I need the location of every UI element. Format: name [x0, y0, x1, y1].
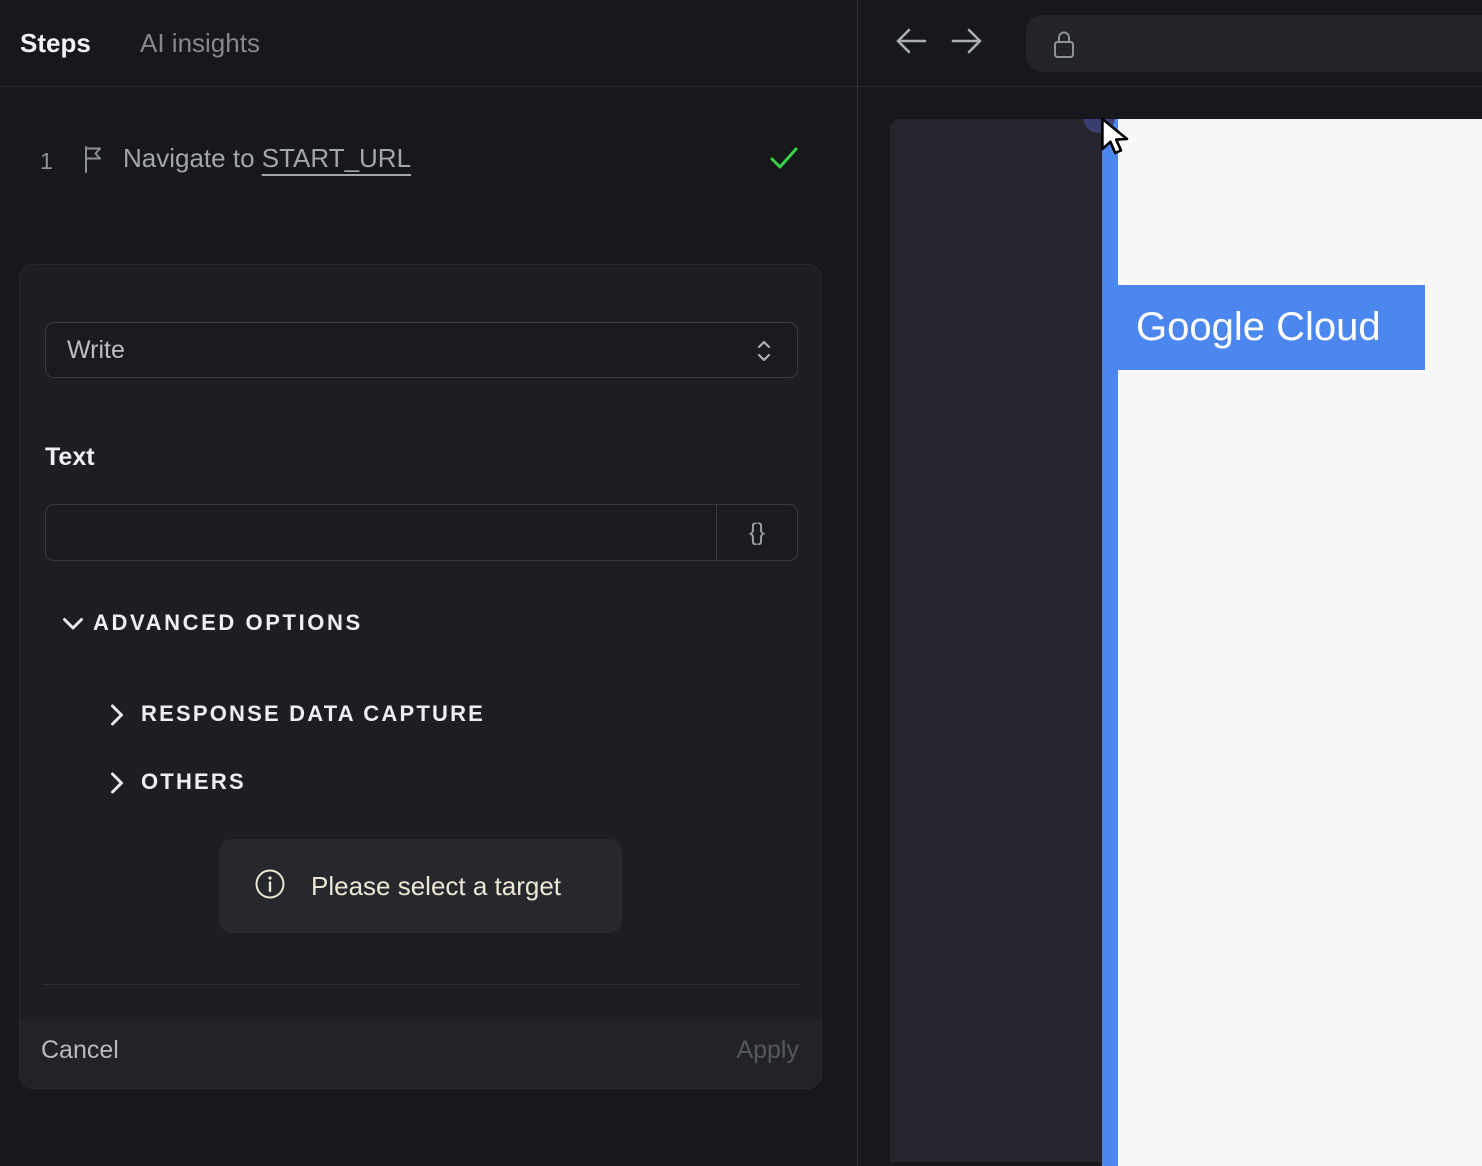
google-cloud-banner[interactable]: Google Cloud	[1118, 285, 1425, 370]
start-url-link[interactable]: START_URL	[262, 143, 411, 173]
select-target-text: Please select a target	[311, 870, 562, 901]
cancel-button[interactable]: Cancel	[41, 1036, 119, 1065]
text-input-wrap: {}	[45, 504, 798, 561]
apply-button[interactable]: Apply	[736, 1036, 799, 1065]
info-icon	[254, 868, 286, 905]
tab-ai-insights[interactable]: AI insights	[140, 28, 260, 59]
text-input[interactable]	[46, 505, 716, 560]
back-arrow-icon[interactable]	[894, 26, 928, 59]
advanced-options-label: ADVANCED OPTIONS	[93, 610, 363, 635]
forward-arrow-icon[interactable]	[950, 26, 984, 59]
site-page	[1118, 119, 1482, 1166]
address-bar[interactable]	[1026, 15, 1482, 72]
chevron-right-icon	[110, 771, 124, 800]
site-sidebar	[890, 119, 1102, 1162]
step-row-1[interactable]: 1 Navigate to START_URL	[0, 140, 857, 192]
lock-icon	[1050, 28, 1078, 65]
card-footer: Cancel Apply	[20, 1019, 821, 1088]
app-window: Steps AI insights 1 Navigate to START_UR…	[0, 0, 1482, 1166]
response-data-capture-label: RESPONSE DATA CAPTURE	[141, 701, 486, 726]
step-title: Navigate to START_URL	[123, 143, 412, 173]
panel-divider	[857, 0, 858, 1166]
response-data-capture-toggle[interactable]: RESPONSE DATA CAPTURE	[20, 699, 821, 731]
site-accent-stripe	[1102, 119, 1118, 1166]
action-select[interactable]: Write	[45, 322, 798, 378]
flag-icon	[82, 145, 104, 178]
card-divider	[43, 984, 800, 985]
step-number: 1	[40, 148, 53, 174]
insert-variable-button[interactable]: {}	[716, 505, 797, 560]
success-check-icon	[769, 146, 799, 177]
select-target-notice: Please select a target	[219, 839, 622, 933]
chevron-down-icon	[62, 617, 84, 636]
chevron-right-icon	[110, 703, 124, 732]
address-input[interactable]	[1090, 25, 1474, 63]
others-label: OTHERS	[141, 769, 246, 794]
action-select-value: Write	[67, 336, 125, 364]
step-editor-card: Write Text {} ADVANCED OPTIONS RESPONSE …	[19, 264, 822, 1089]
text-field-label: Text	[45, 443, 95, 471]
google-cloud-heading: Google Cloud	[1136, 305, 1381, 349]
chevron-updown-icon	[755, 338, 773, 369]
advanced-options-toggle[interactable]: ADVANCED OPTIONS	[20, 608, 821, 642]
others-toggle[interactable]: OTHERS	[20, 767, 821, 799]
left-topbar: Steps AI insights	[0, 0, 857, 87]
browser-preview: Google Cloud	[890, 119, 1482, 1166]
cursor-icon	[1100, 117, 1136, 164]
tab-steps[interactable]: Steps	[20, 28, 91, 59]
